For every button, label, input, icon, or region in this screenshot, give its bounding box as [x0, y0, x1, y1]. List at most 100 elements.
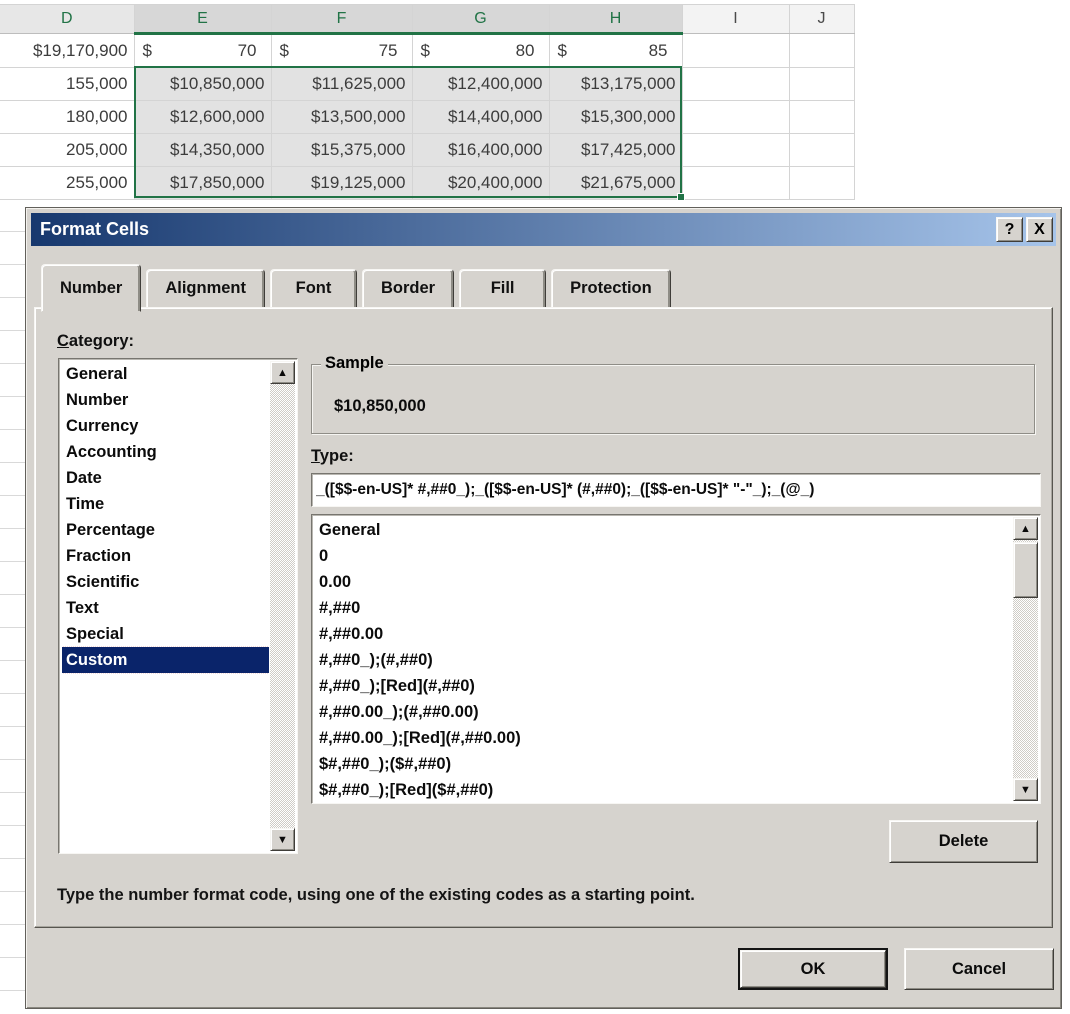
category-item[interactable]: Accounting: [62, 439, 269, 465]
category-item[interactable]: Number: [62, 387, 269, 413]
scroll-up-icon[interactable]: ▲: [270, 361, 295, 384]
tab[interactable]: Font: [270, 269, 357, 308]
type-item[interactable]: #,##0.00_);(#,##0.00): [315, 699, 1012, 725]
category-item[interactable]: Custom: [62, 647, 269, 673]
cell-revenue[interactable]: $15,300,000: [549, 101, 682, 134]
category-item[interactable]: Time: [62, 491, 269, 517]
table-row: 155,000 $10,850,000 $11,625,000 $12,400,…: [0, 68, 854, 101]
close-button[interactable]: X: [1026, 217, 1053, 242]
scroll-down-icon[interactable]: ▼: [270, 828, 295, 851]
cell-empty[interactable]: [789, 34, 854, 68]
column-header-d[interactable]: D: [0, 5, 134, 34]
cell-revenue[interactable]: $13,500,000: [271, 101, 412, 134]
category-items: General Number Currency Accounting Date …: [62, 361, 269, 851]
cell-empty[interactable]: [789, 134, 854, 167]
cell-revenue[interactable]: $10,850,000: [134, 68, 271, 101]
cell-empty[interactable]: [789, 167, 854, 200]
cell-quantity[interactable]: 155,000: [0, 68, 134, 101]
cell-price[interactable]: $ 85: [549, 34, 682, 68]
category-item[interactable]: Scientific: [62, 569, 269, 595]
type-items: General 0 0.00 #,##0 #,##0.00 #,##0_);(#…: [315, 517, 1012, 801]
currency-symbol: $: [419, 41, 430, 61]
tab[interactable]: Protection: [551, 269, 671, 308]
table-row: 205,000 $14,350,000 $15,375,000 $16,400,…: [0, 134, 854, 167]
type-item[interactable]: #,##0_);[Red](#,##0): [315, 673, 1012, 699]
cell-revenue[interactable]: $12,600,000: [134, 101, 271, 134]
format-cells-dialog: Format Cells ? X Number Alignment Font B…: [25, 207, 1062, 1009]
category-item[interactable]: General: [62, 361, 269, 387]
category-listbox: General Number Currency Accounting Date …: [58, 358, 298, 854]
type-item[interactable]: 0: [315, 543, 1012, 569]
tab[interactable]: Border: [362, 269, 454, 308]
cell-revenue[interactable]: $17,425,000: [549, 134, 682, 167]
scroll-down-icon[interactable]: ▼: [1013, 778, 1038, 801]
category-item[interactable]: Text: [62, 595, 269, 621]
tab[interactable]: Number: [41, 264, 141, 312]
column-header-j[interactable]: J: [789, 5, 854, 34]
cell-empty[interactable]: [682, 68, 789, 101]
cell-revenue[interactable]: $12,400,000: [412, 68, 549, 101]
type-label: Type:: [311, 447, 354, 466]
spreadsheet: D E F G H I J $19,170,900 $ 70 $ 75 $: [0, 0, 1070, 207]
cell-empty[interactable]: [789, 68, 854, 101]
type-scrollbar: ▲ ▼: [1013, 517, 1038, 801]
column-header-f[interactable]: F: [271, 5, 412, 34]
column-header-h[interactable]: H: [549, 5, 682, 34]
cell-revenue[interactable]: $14,400,000: [412, 101, 549, 134]
type-item[interactable]: $#,##0_);[Red]($#,##0): [315, 777, 1012, 801]
cell-quantity[interactable]: 180,000: [0, 101, 134, 134]
cell-quantity[interactable]: 205,000: [0, 134, 134, 167]
cell-empty[interactable]: [682, 167, 789, 200]
tab[interactable]: Alignment: [146, 269, 265, 308]
ok-button[interactable]: OK: [738, 948, 888, 990]
currency-symbol: $: [278, 41, 289, 61]
sample-legend: Sample: [321, 354, 388, 373]
category-item[interactable]: Special: [62, 621, 269, 647]
help-button[interactable]: ?: [996, 217, 1023, 242]
type-listbox: General 0 0.00 #,##0 #,##0.00 #,##0_);(#…: [311, 514, 1041, 804]
price-value: 75: [379, 41, 406, 61]
cell-revenue[interactable]: $21,675,000: [549, 167, 682, 200]
cell-empty[interactable]: [789, 101, 854, 134]
type-item[interactable]: $#,##0_);($#,##0): [315, 751, 1012, 777]
cell-price[interactable]: $ 80: [412, 34, 549, 68]
cell-revenue[interactable]: $11,625,000: [271, 68, 412, 101]
cell-price[interactable]: $ 70: [134, 34, 271, 68]
column-header-e[interactable]: E: [134, 5, 271, 34]
type-item[interactable]: #,##0_);(#,##0): [315, 647, 1012, 673]
category-item[interactable]: Percentage: [62, 517, 269, 543]
type-item[interactable]: #,##0.00_);[Red](#,##0.00): [315, 725, 1012, 751]
cell-revenue[interactable]: $15,375,000: [271, 134, 412, 167]
category-item[interactable]: Fraction: [62, 543, 269, 569]
delete-button[interactable]: Delete: [889, 820, 1038, 863]
cell-revenue[interactable]: $14,350,000: [134, 134, 271, 167]
cell-empty[interactable]: [682, 101, 789, 134]
type-item[interactable]: #,##0: [315, 595, 1012, 621]
cell-revenue[interactable]: $16,400,000: [412, 134, 549, 167]
column-header-g[interactable]: G: [412, 5, 549, 34]
tab[interactable]: Fill: [459, 269, 546, 308]
cell-revenue[interactable]: $17,850,000: [134, 167, 271, 200]
cell-price[interactable]: $ 75: [271, 34, 412, 68]
cell-empty[interactable]: [682, 134, 789, 167]
type-item[interactable]: General: [315, 517, 1012, 543]
cell-quantity[interactable]: 255,000: [0, 167, 134, 200]
column-header-row: D E F G H I J: [0, 5, 854, 34]
type-input[interactable]: [311, 473, 1041, 507]
category-item[interactable]: Date: [62, 465, 269, 491]
scrollbar-track[interactable]: [270, 384, 295, 828]
column-header-i[interactable]: I: [682, 5, 789, 34]
cell-empty[interactable]: [682, 34, 789, 68]
type-item[interactable]: 0.00: [315, 569, 1012, 595]
type-item[interactable]: #,##0.00: [315, 621, 1012, 647]
category-item[interactable]: Currency: [62, 413, 269, 439]
cancel-button[interactable]: Cancel: [904, 948, 1054, 990]
cell-revenue[interactable]: $19,125,000: [271, 167, 412, 200]
scroll-up-icon[interactable]: ▲: [1013, 517, 1038, 540]
scrollbar-thumb[interactable]: [1013, 542, 1038, 598]
price-value: 70: [238, 41, 265, 61]
dialog-titlebar[interactable]: Format Cells ? X: [31, 213, 1056, 246]
cell-revenue[interactable]: $13,175,000: [549, 68, 682, 101]
cell-total[interactable]: $19,170,900: [0, 34, 134, 68]
cell-revenue[interactable]: $20,400,000: [412, 167, 549, 200]
